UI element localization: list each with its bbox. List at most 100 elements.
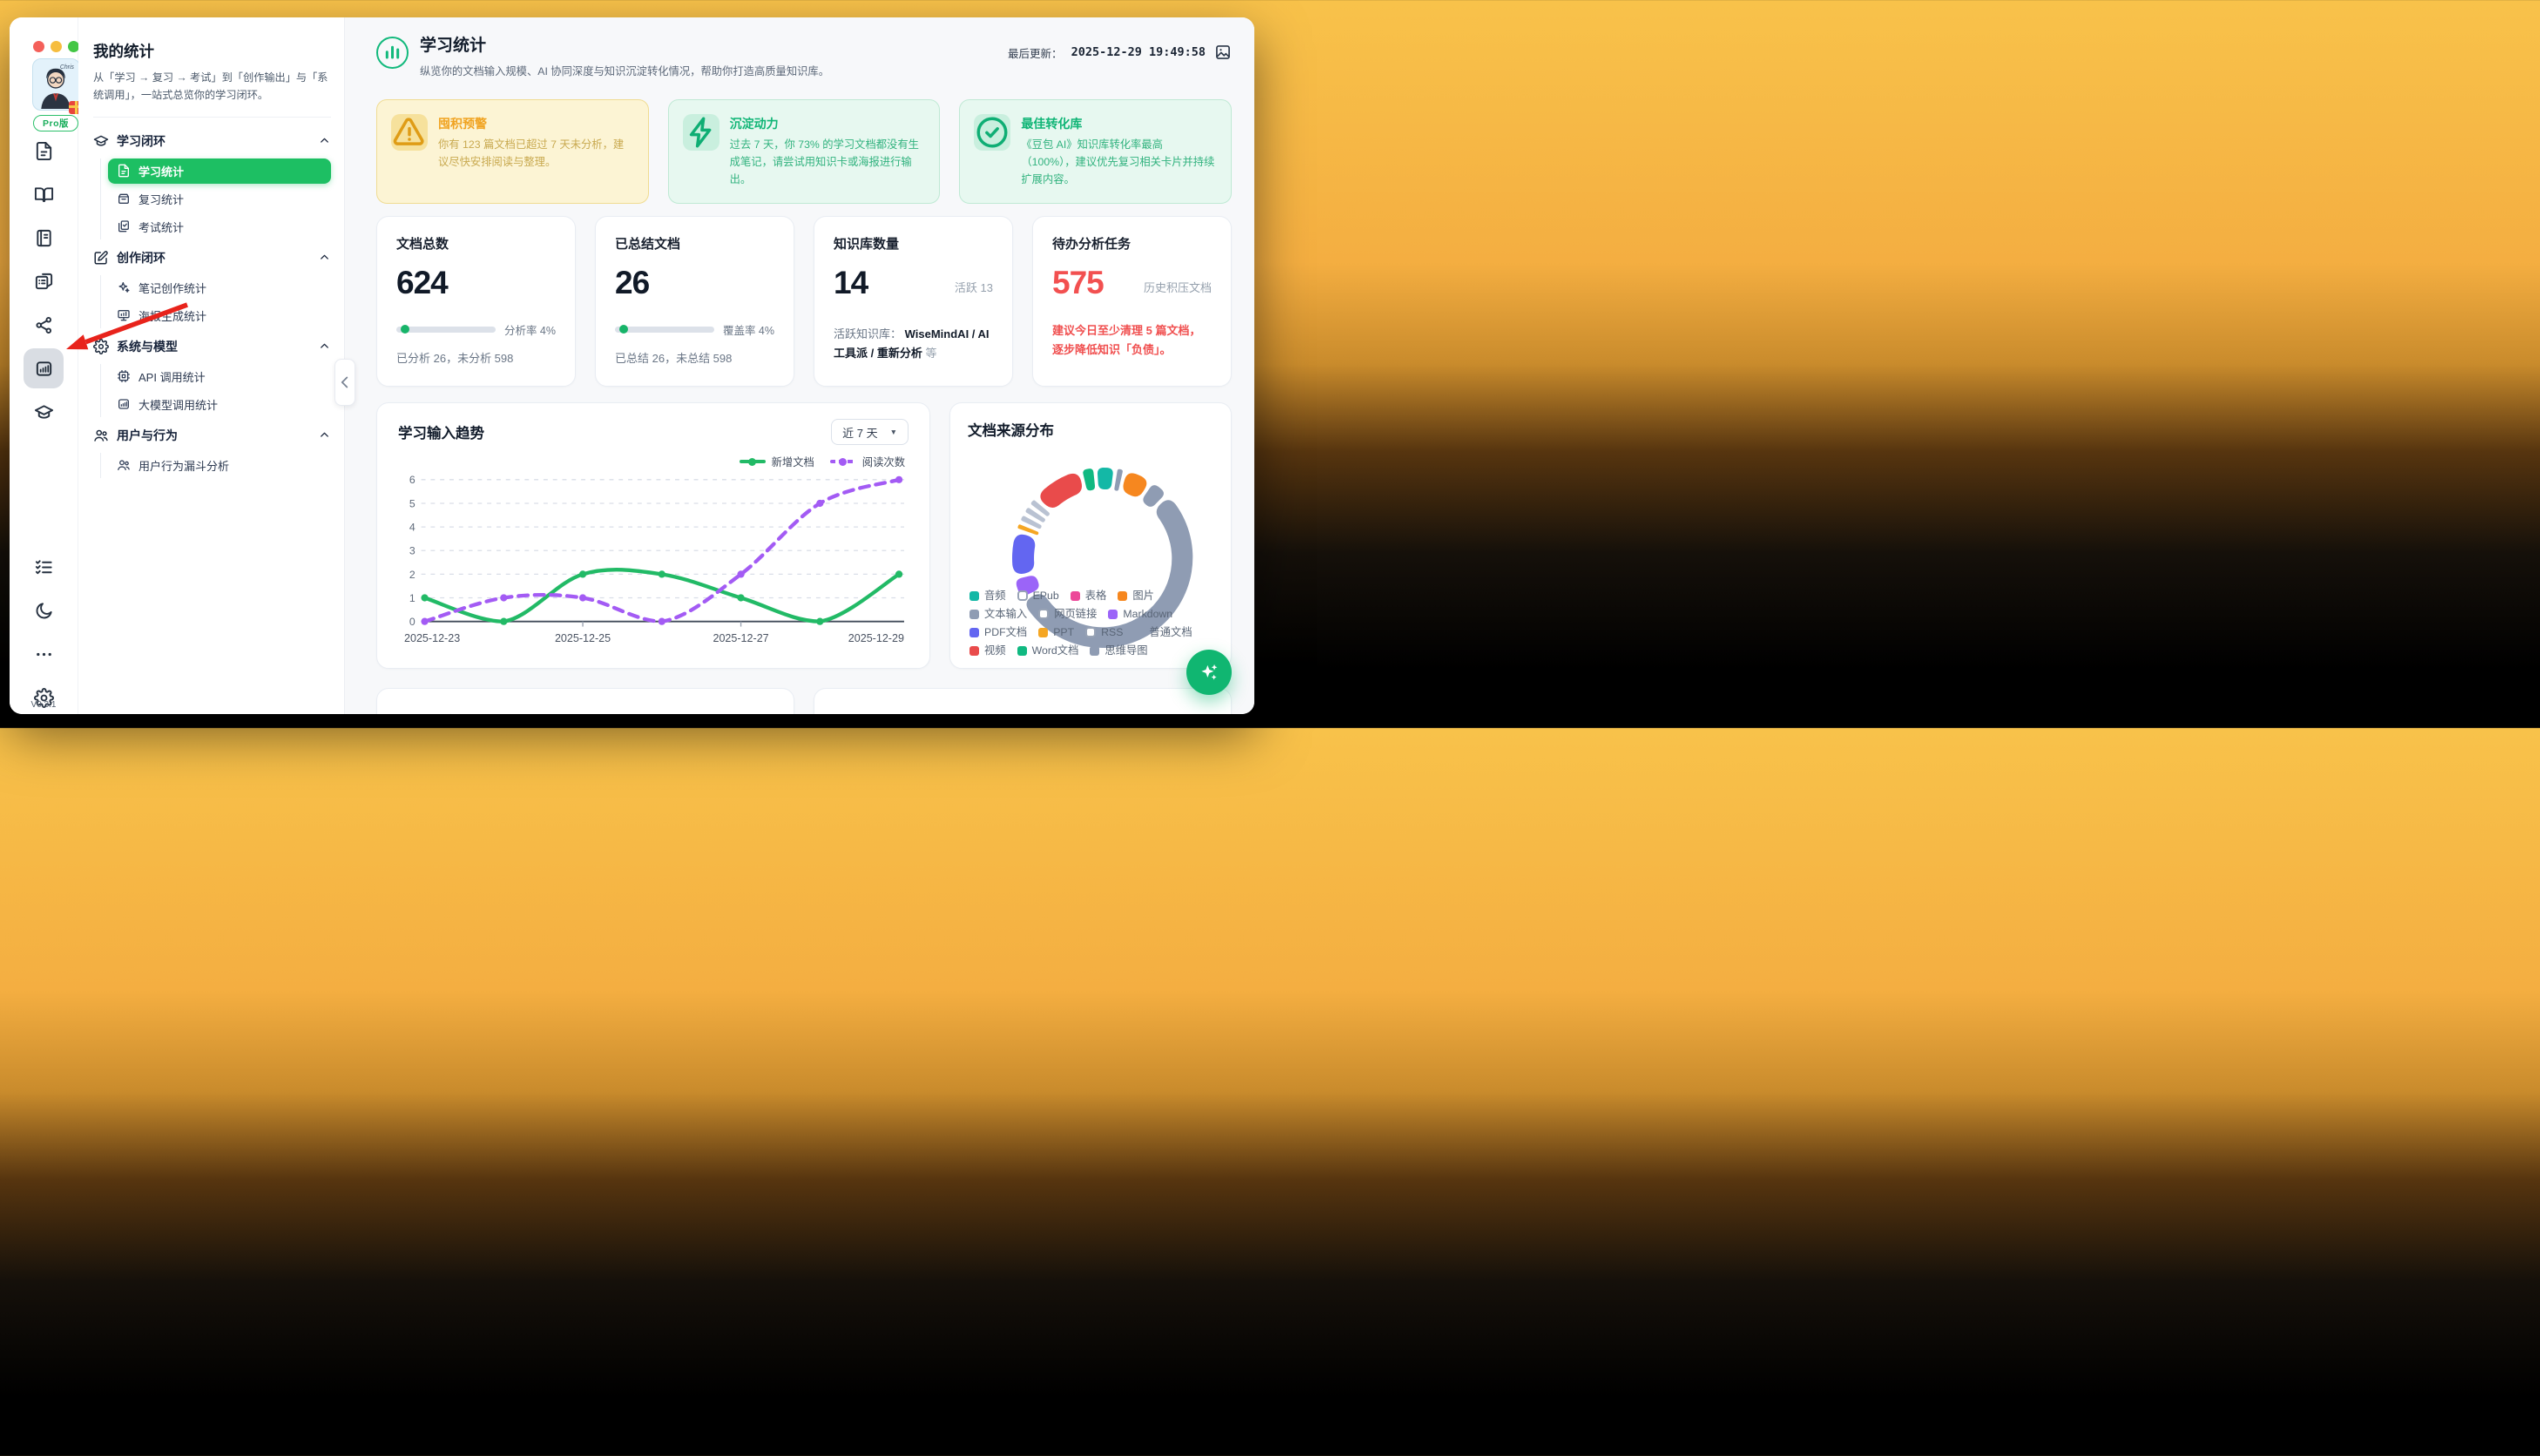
stats-circle-icon <box>376 37 409 69</box>
rail-flashcards-button[interactable] <box>33 271 54 292</box>
stat-side-label: 历史积压文档 <box>1144 279 1212 299</box>
checklist-icon <box>34 557 54 577</box>
rail-tasks-button[interactable] <box>33 556 54 577</box>
cpu-icon <box>117 369 131 383</box>
rail-bottom-group <box>10 545 78 714</box>
donut-legend-item[interactable]: 文本输入 <box>969 605 1027 623</box>
rail-notebook-button[interactable] <box>33 227 54 248</box>
donut-legend-item[interactable]: 表格 <box>1071 587 1107 604</box>
sidebar-item-review-stats[interactable]: 复习统计 <box>108 186 331 212</box>
export-image-icon[interactable] <box>1214 44 1232 61</box>
donut-legend-item[interactable]: PDF文档 <box>969 624 1027 641</box>
close-button[interactable] <box>33 41 44 52</box>
bar-square-icon <box>34 359 54 379</box>
nav-group-study-loop[interactable]: 学习闭环 <box>93 126 331 156</box>
ai-learning-depth-card: AI 辅助学习深度 <box>376 688 794 714</box>
main-content: 学习统计 纵览你的文档输入规模、AI 协同深度与知识沉淀转化情况，帮助你打造高质… <box>345 17 1254 714</box>
svg-text:3: 3 <box>409 545 415 557</box>
donut-legend-item[interactable]: 视频 <box>969 642 1006 659</box>
nav-group-creation-loop[interactable]: 创作闭环 <box>93 243 331 273</box>
donut-legend-item[interactable]: 网页链接 <box>1038 605 1097 623</box>
last-update-time: 2025-12-29 19:49:58 <box>1071 45 1206 59</box>
rail-top-group <box>10 129 78 434</box>
source-chart-title: 文档来源分布 <box>968 419 1213 440</box>
app-version: V0.3.1 <box>10 700 78 710</box>
trend-line-chart: 01234562025-12-232025-12-252025-12-27202… <box>398 471 909 652</box>
progress-label: 分析率 4% <box>504 321 556 338</box>
file-text-icon <box>117 164 131 178</box>
trend-chart-card: 学习输入趋势 近 7 天▼ 新增文档阅读次数 01234562025-12-23… <box>376 402 930 669</box>
trend-legend-new-docs[interactable]: 新增文档 <box>740 454 814 469</box>
nav-item-label: 学习统计 <box>138 163 184 179</box>
donut-legend-item[interactable]: 思维导图 <box>1090 642 1147 659</box>
nav-item-label: 大模型调用统计 <box>138 396 218 413</box>
progress-label: 覆盖率 4% <box>723 321 774 338</box>
nav-item-label: 用户行为漏斗分析 <box>138 457 229 474</box>
bottom-row: AI 辅助学习深度 知识沉淀转化率 <box>376 688 1232 714</box>
presentation-icon <box>117 308 131 322</box>
trend-legend: 新增文档 阅读次数 <box>398 454 905 469</box>
card-title: AI 辅助学习深度 <box>398 710 773 714</box>
minimize-button[interactable] <box>51 41 62 52</box>
rail-share-button[interactable] <box>33 314 54 335</box>
svg-text:5: 5 <box>409 498 415 510</box>
donut-legend-item[interactable]: PPT <box>1038 624 1074 641</box>
rail-library-button[interactable] <box>33 184 54 205</box>
nav-group-users-and-behavior[interactable]: 用户与行为 <box>93 421 331 450</box>
ai-assistant-fab[interactable] <box>1186 650 1232 695</box>
svg-text:2025-12-27: 2025-12-27 <box>713 632 768 644</box>
stat-row: 文档总数 624 分析率 4% 已分析 26，未分析 598 已总结文档 26 … <box>376 216 1232 388</box>
trend-legend-reads[interactable]: 阅读次数 <box>830 454 905 469</box>
date-range-select[interactable]: 近 7 天▼ <box>831 419 909 445</box>
moon-icon <box>34 601 54 621</box>
nav-item-label: 海报生成统计 <box>138 307 206 324</box>
chevron-left-icon <box>335 373 355 392</box>
avatar[interactable]: Chris <box>32 58 80 111</box>
svg-text:4: 4 <box>409 522 415 534</box>
graduation-icon <box>93 133 109 149</box>
rail-more-button[interactable] <box>33 644 54 664</box>
inbox-icon <box>117 192 131 206</box>
sidebar-item-exam-stats[interactable]: 考试统计 <box>108 214 331 239</box>
sidebar-item-user-behavior-funnel[interactable]: 用户行为漏斗分析 <box>108 453 331 478</box>
sidebar-nav: 学习闭环 学习统计 复习统计 考试统计 创作闭环 笔记创作统计 海报生成统计 <box>93 126 331 478</box>
chevron-down-icon: ▼ <box>890 428 897 436</box>
svg-text:2025-12-29: 2025-12-29 <box>848 632 904 644</box>
sidebar-item-study-stats[interactable]: 学习统计 <box>108 158 331 184</box>
rail-learning-button[interactable] <box>33 401 54 422</box>
svg-text:1: 1 <box>409 592 415 604</box>
nav-group-label: 系统与模型 <box>117 338 310 355</box>
nav-item-label: 考试统计 <box>138 219 184 235</box>
donut-legend-item[interactable]: 音频 <box>969 587 1006 604</box>
rail-dark-mode-button[interactable] <box>33 600 54 621</box>
progress-dot <box>401 325 409 334</box>
sidebar-title: 我的统计 <box>93 40 331 62</box>
donut-legend-item[interactable]: EPub <box>1017 587 1059 604</box>
donut-legend-item[interactable]: 图片 <box>1118 587 1154 604</box>
last-update-label: 最后更新： <box>1008 44 1063 61</box>
sidebar-item-poster-generation-stats[interactable]: 海报生成统计 <box>108 303 331 328</box>
svg-text:2025-12-25: 2025-12-25 <box>555 632 611 644</box>
bar-square-icon <box>117 397 131 411</box>
alert-title: 最佳转化库 <box>1021 115 1217 132</box>
stat-value: 624 <box>396 266 448 299</box>
nav-group-system-and-models[interactable]: 系统与模型 <box>93 332 331 361</box>
rail-statistics-button[interactable] <box>24 348 64 388</box>
sidebar-collapse-button[interactable] <box>334 359 355 406</box>
app-window: Chris Pro版 V0.3.1 我的统计 从「学习 → 复习 → 考试」到「… <box>10 17 1254 714</box>
users-icon <box>93 428 109 443</box>
progress-track <box>396 327 496 333</box>
donut-legend-item[interactable]: Word文档 <box>1017 642 1079 659</box>
sidebar-item-llm-call-stats[interactable]: 大模型调用统计 <box>108 392 331 417</box>
stat-title: 文档总数 <box>396 234 556 253</box>
donut-legend-item[interactable]: Markdown <box>1108 605 1172 623</box>
sidebar-item-api-call-stats[interactable]: API 调用统计 <box>108 364 331 389</box>
rail-documents-button[interactable] <box>33 140 54 161</box>
donut-legend-item[interactable]: RSS <box>1085 624 1123 641</box>
chevron-up-icon <box>318 134 331 147</box>
sidebar-item-note-creation-stats[interactable]: 笔记创作统计 <box>108 275 331 300</box>
trend-chart-title: 学习输入趋势 <box>398 421 484 442</box>
donut-legend-item[interactable]: 普通文档 <box>1134 624 1192 641</box>
stat-caption: 已分析 26，未分析 598 <box>396 349 556 369</box>
progress-track <box>615 327 714 333</box>
